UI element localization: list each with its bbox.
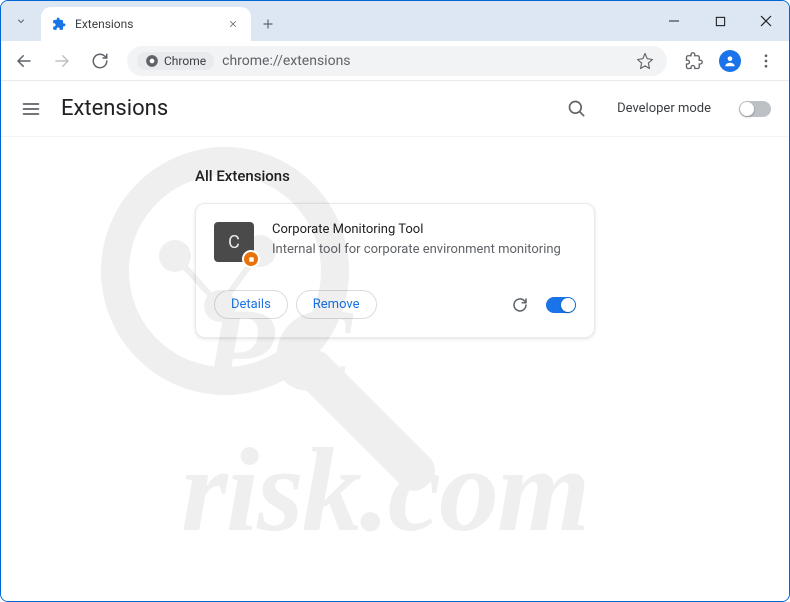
extension-icon-wrap: C	[214, 222, 254, 262]
menu-button[interactable]	[19, 97, 43, 121]
extension-name: Corporate Monitoring Tool	[272, 222, 576, 237]
url-text: chrome://extensions	[222, 53, 625, 69]
page-header: Extensions Developer mode	[1, 81, 789, 137]
titlebar-drag-region[interactable]	[285, 1, 651, 41]
close-icon	[760, 15, 772, 27]
window-controls	[651, 1, 789, 41]
extensions-button[interactable]	[677, 44, 711, 78]
star-icon	[636, 52, 654, 70]
maximize-icon	[715, 16, 726, 27]
close-window-button[interactable]	[743, 1, 789, 41]
extension-actions: Details Remove	[214, 290, 576, 319]
back-button[interactable]	[7, 44, 41, 78]
page-content: PC risk.com Extensions Developer mode Al…	[1, 81, 789, 601]
forward-button[interactable]	[45, 44, 79, 78]
page-title: Extensions	[61, 96, 547, 121]
reload-extension-button[interactable]	[510, 295, 530, 315]
extension-card: C Corporate Monitoring Tool Internal too…	[195, 203, 595, 338]
search-icon	[567, 99, 587, 119]
hamburger-icon	[21, 99, 41, 119]
site-chip-label: Chrome	[164, 54, 206, 68]
tab-title: Extensions	[75, 17, 217, 31]
arrow-left-icon	[15, 52, 33, 70]
browser-tab[interactable]: Extensions	[41, 7, 251, 41]
reload-icon	[91, 52, 109, 70]
extension-enable-toggle[interactable]	[546, 297, 576, 313]
avatar-icon	[719, 50, 741, 72]
site-chip[interactable]: Chrome	[137, 52, 214, 70]
section-title: All Extensions	[195, 167, 595, 185]
plus-icon	[261, 17, 275, 31]
extensions-section: All Extensions C Corporate Monitoring To…	[195, 167, 595, 601]
toolbar: Chrome chrome://extensions	[1, 41, 789, 81]
titlebar: Extensions	[1, 1, 789, 41]
arrow-right-icon	[53, 52, 71, 70]
search-button[interactable]	[565, 97, 589, 121]
new-tab-button[interactable]	[251, 7, 285, 41]
extension-summary: C Corporate Monitoring Tool Internal too…	[214, 222, 576, 262]
details-button[interactable]: Details	[214, 290, 288, 319]
dots-vertical-icon	[757, 52, 775, 70]
address-bar[interactable]: Chrome chrome://extensions	[127, 46, 667, 76]
dev-mode-label: Developer mode	[617, 101, 711, 116]
close-icon	[228, 19, 238, 29]
warning-icon	[247, 255, 256, 264]
minimize-button[interactable]	[651, 1, 697, 41]
reload-button[interactable]	[83, 44, 117, 78]
profile-button[interactable]	[715, 46, 745, 76]
page-body: All Extensions C Corporate Monitoring To…	[1, 137, 789, 601]
extension-error-badge	[242, 250, 260, 268]
maximize-button[interactable]	[697, 1, 743, 41]
tab-close-button[interactable]	[225, 16, 241, 32]
remove-button[interactable]: Remove	[296, 290, 377, 319]
tab-search-dropdown[interactable]	[1, 1, 41, 41]
minimize-icon	[668, 15, 680, 27]
dev-mode-toggle[interactable]	[739, 101, 771, 117]
bookmark-button[interactable]	[633, 49, 657, 73]
extension-description: Internal tool for corporate environment …	[272, 241, 576, 259]
puzzle-icon	[685, 52, 703, 70]
more-menu-button[interactable]	[749, 44, 783, 78]
chevron-down-icon	[15, 15, 27, 27]
extension-info: Corporate Monitoring Tool Internal tool …	[272, 222, 576, 262]
reload-icon	[511, 296, 529, 314]
chrome-logo-icon	[145, 54, 159, 68]
browser-window: Extensions	[0, 0, 790, 602]
extension-puzzle-icon	[51, 16, 67, 32]
